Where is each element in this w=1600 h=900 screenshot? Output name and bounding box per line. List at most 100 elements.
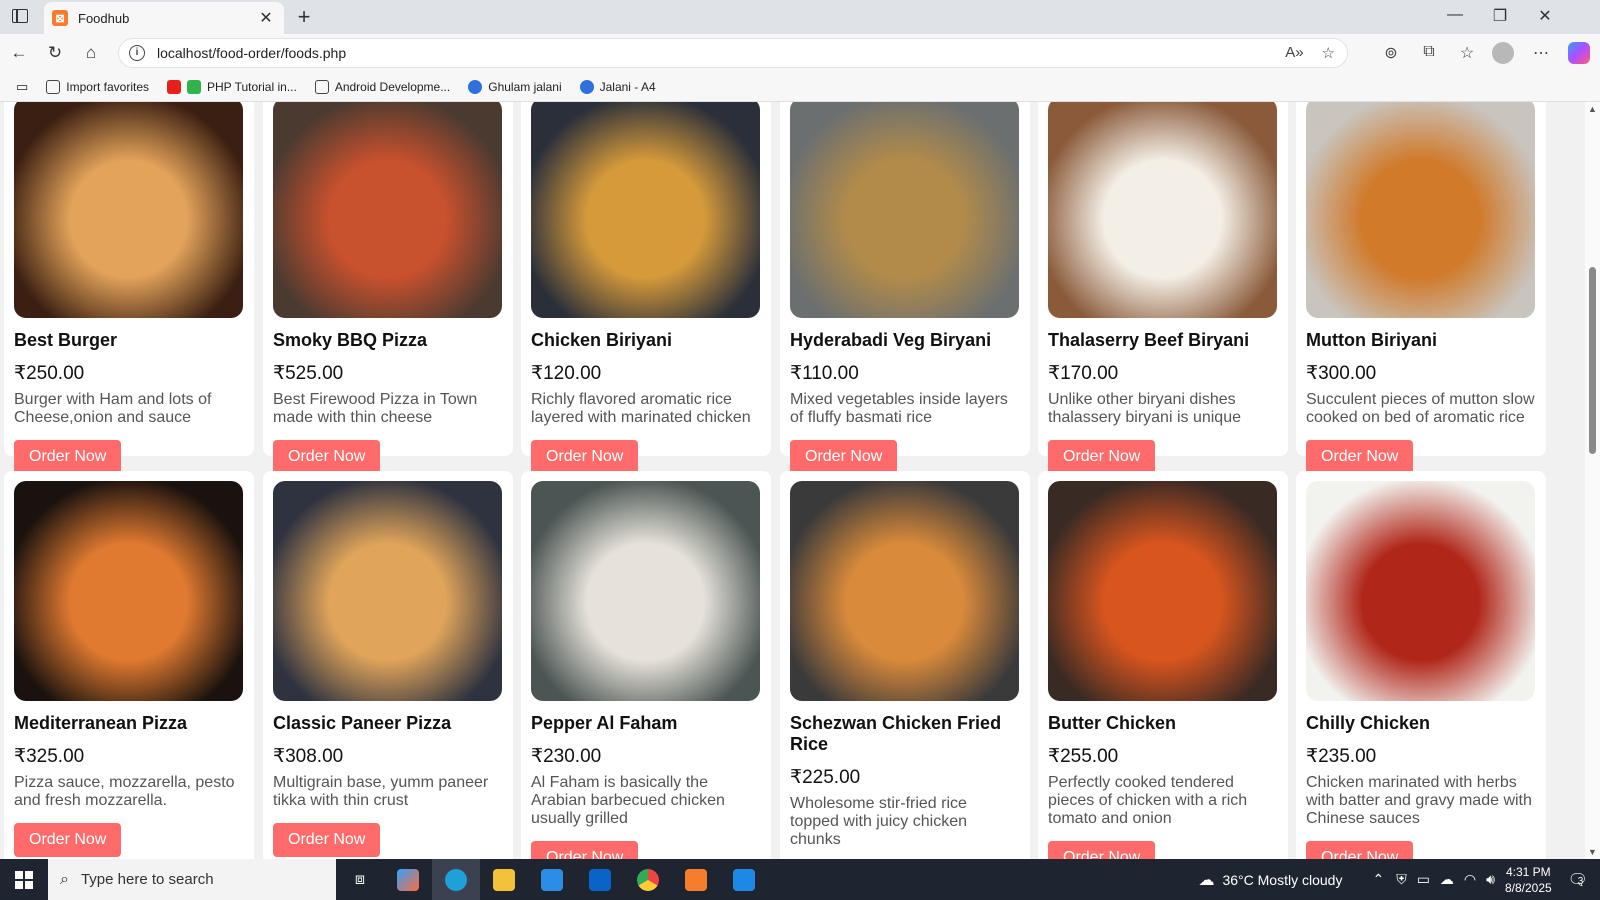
url-field[interactable]: i localhost/food-order/foods.php A» ☆ <box>118 38 1348 68</box>
fav-ghulam[interactable]: Ghulam jalani <box>468 79 562 94</box>
food-description: Al Faham is basically the Arabian barbec… <box>531 774 725 827</box>
home-button[interactable]: ⌂ <box>80 43 102 65</box>
tab-title: Foodhub <box>78 10 130 26</box>
food-description: Best Firewood Pizza in Town made with th… <box>273 391 478 426</box>
order-now-button[interactable]: Order Now <box>531 841 639 859</box>
food-price: ₹110.00 <box>790 363 859 384</box>
food-price: ₹170.00 <box>1048 363 1119 384</box>
copilot-taskbar-icon[interactable] <box>384 859 432 900</box>
extensions-icon[interactable]: ⧉ <box>1418 43 1440 61</box>
tab-actions-icon[interactable] <box>12 9 28 23</box>
order-now-button[interactable]: Order Now <box>1306 841 1414 859</box>
food-image <box>531 481 760 701</box>
order-now-button[interactable]: Order Now <box>273 440 381 474</box>
system-tray: ☁ 36°C Mostly cloudy ⌃ ⛨ ▭ ☁ ◠ 🔊︎ 4:31 P… <box>1198 859 1600 900</box>
clock-date: 8/8/2025 <box>1504 880 1552 895</box>
collections-icon[interactable]: ▭ <box>16 79 28 95</box>
taskbar: ⌕ Type here to search ⧈ ☁ 36°C Mostly cl… <box>0 859 1600 900</box>
xampp-taskbar-icon[interactable] <box>672 859 720 900</box>
food-image <box>1306 481 1535 701</box>
refresh-button[interactable]: ↻ <box>44 43 66 65</box>
food-name: Hyderabadi Veg Biryani <box>790 330 992 350</box>
tracking-icon[interactable]: ⊚ <box>1380 43 1402 63</box>
food-card: Best Burger ₹250.00 Burger with Ham and lo… <box>4 102 254 474</box>
vscode-icon[interactable] <box>720 859 768 900</box>
search-placeholder: Type here to search <box>80 871 214 888</box>
chevron-up-icon[interactable]: ⌃ <box>1372 871 1384 888</box>
food-price: ₹308.00 <box>273 746 344 767</box>
favorite-star-icon[interactable]: ☆ <box>1322 44 1335 62</box>
new-tab-button[interactable]: + <box>292 4 316 30</box>
fav-jalani[interactable]: Jalani - A4 <box>579 79 656 94</box>
food-description: Unlike other biryani dishes thalassery b… <box>1048 391 1241 426</box>
folder-icon <box>314 79 329 94</box>
scroll-down-icon[interactable]: ▼ <box>1588 847 1597 857</box>
order-now-button[interactable]: Order Now <box>14 440 122 474</box>
chrome-icon <box>579 79 594 94</box>
food-image <box>273 481 502 701</box>
food-price: ₹300.00 <box>1306 363 1377 384</box>
food-name: Butter Chicken <box>1048 713 1177 733</box>
food-card: Chilly Chicken ₹235.00 Chicken marinated w… <box>1296 471 1546 859</box>
close-window-button[interactable]: ✕ <box>1530 6 1560 26</box>
favorites-icon[interactable]: ☆ <box>1456 43 1478 63</box>
wifi-icon[interactable]: ◠ <box>1464 871 1476 888</box>
order-now-button[interactable]: Order Now <box>14 823 122 857</box>
search-icon: ⌕ <box>60 870 69 888</box>
order-now-button[interactable]: Order Now <box>1306 440 1414 474</box>
profile-avatar[interactable] <box>1492 42 1514 64</box>
url-text: localhost/food-order/foods.php <box>157 45 347 61</box>
food-image <box>1048 481 1277 701</box>
windows-start-button[interactable] <box>0 859 48 900</box>
order-now-button[interactable]: Order Now <box>531 440 639 474</box>
speaker-icon[interactable]: 🔊︎ <box>1486 871 1495 888</box>
scroll-thumb[interactable] <box>1589 267 1596 454</box>
outlook-icon[interactable] <box>576 859 624 900</box>
food-name: Chicken Biriyani <box>531 330 673 350</box>
notification-button[interactable]: 🗨︎ 3 <box>1568 870 1588 890</box>
order-now-button[interactable]: Order Now <box>273 823 381 857</box>
copilot-icon[interactable] <box>1568 42 1590 64</box>
taskbar-search[interactable]: ⌕ Type here to search <box>48 859 336 900</box>
fav-php-tutorial[interactable]: PHP Tutorial in... <box>167 79 297 94</box>
food-image <box>531 102 760 318</box>
back-button[interactable]: ← <box>8 43 30 65</box>
more-icon[interactable]: ⋯ <box>1530 43 1552 63</box>
active-tab[interactable]: ⊠ Foodhub ✕ <box>44 2 284 34</box>
food-card: Chicken Biriyani ₹120.00 Richly flavored a… <box>521 102 771 474</box>
weather-icon: ☁ <box>1198 871 1215 889</box>
order-now-button[interactable]: Order Now <box>1048 841 1156 859</box>
security-icon[interactable]: ⛨ <box>1396 871 1407 888</box>
scroll-up-icon[interactable]: ▲ <box>1588 104 1597 114</box>
info-icon[interactable]: i <box>129 45 145 61</box>
clock-time: 4:31 PM <box>1505 864 1551 879</box>
order-now-button[interactable]: Order Now <box>790 440 898 474</box>
import-icon <box>46 79 61 94</box>
order-now-button[interactable]: Order Now <box>1048 440 1156 474</box>
food-card: Mediterranean Pizza ₹325.00 Pizza sauce, m… <box>4 471 254 859</box>
food-card: Butter Chicken ₹255.00 Perfectly cooked te… <box>1038 471 1288 859</box>
food-description: Mixed vegetables inside layers of fluffy… <box>790 391 1008 426</box>
chrome-taskbar-icon[interactable] <box>624 859 672 900</box>
scrollbar[interactable]: ▲ ▼ <box>1585 102 1600 859</box>
weather-text[interactable]: 36°C Mostly cloudy <box>1222 872 1342 888</box>
food-price: ₹255.00 <box>1048 746 1119 767</box>
restore-button[interactable]: ❐ <box>1485 6 1515 26</box>
food-price: ₹325.00 <box>14 746 85 767</box>
fav-import[interactable]: Import favorites <box>46 79 149 94</box>
battery-icon[interactable]: ▭ <box>1417 871 1430 888</box>
file-explorer-icon[interactable] <box>480 859 528 900</box>
food-card: Classic Paneer Pizza ₹308.00 Multigrain ba… <box>263 471 513 859</box>
clock[interactable]: 4:31 PM 8/8/2025 <box>1505 864 1552 896</box>
edge-taskbar-icon[interactable] <box>432 859 480 900</box>
food-description: Burger with Ham and lots of Cheese,onion… <box>14 391 212 426</box>
task-view-icon[interactable]: ⧈ <box>336 859 384 900</box>
close-icon[interactable]: ✕ <box>256 8 276 28</box>
food-image <box>1306 102 1535 318</box>
address-bar-row: ← ↻ ⌂ i localhost/food-order/foods.php A… <box>0 34 1600 72</box>
fav-android[interactable]: Android Developme... <box>314 79 450 94</box>
read-aloud-icon[interactable]: A» <box>1285 44 1303 62</box>
store-icon[interactable] <box>528 859 576 900</box>
minimize-button[interactable]: — <box>1440 6 1470 24</box>
onedrive-icon[interactable]: ☁ <box>1440 871 1454 888</box>
